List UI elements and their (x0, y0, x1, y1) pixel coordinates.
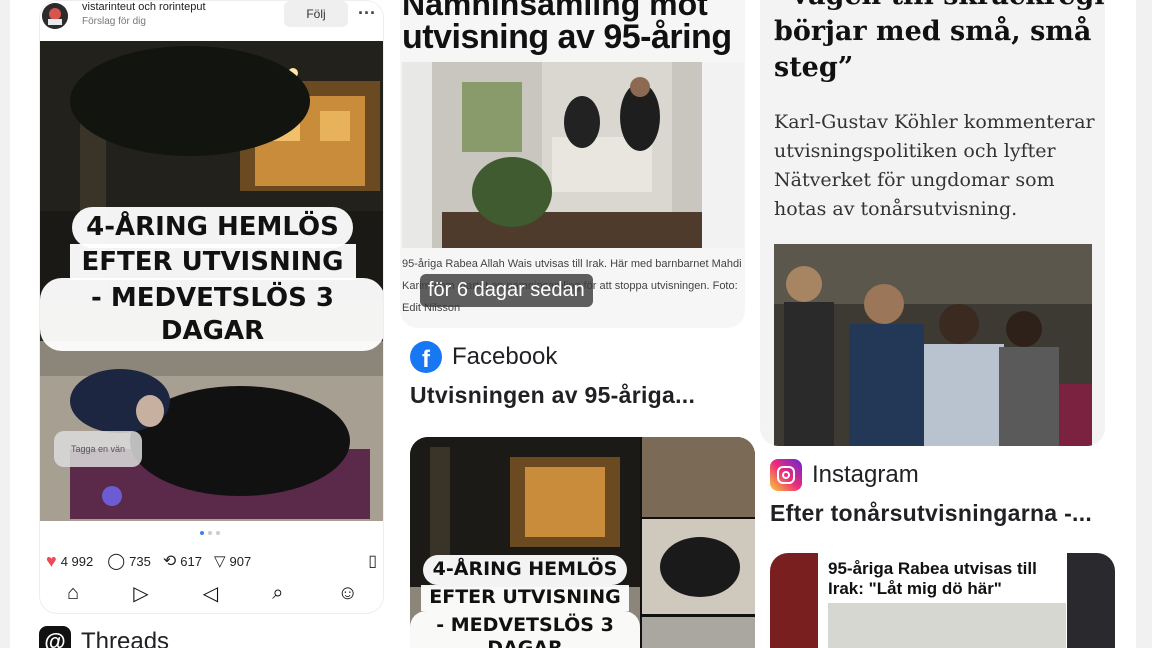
share-icon[interactable]: ▽ (214, 552, 226, 570)
post-overlay-text: 4-ÅRING HEMLÖS EFTER UTVISNING - MEDVETS… (40, 199, 383, 351)
avatar[interactable] (42, 3, 68, 29)
post-image[interactable]: 4-ÅRING HEMLÖS EFTER UTVISNING - MEDVETS… (40, 41, 383, 521)
result-title[interactable]: Efter tonårsutvisningarna -... (770, 500, 1104, 527)
profile-icon[interactable]: ☺ (338, 582, 358, 605)
result-source-instagram[interactable]: Instagram (770, 459, 919, 491)
comment-count: 735 (129, 553, 151, 569)
card-left-strip (770, 553, 818, 648)
source-name: Threads (81, 628, 170, 648)
comment-icon[interactable]: ◯ (107, 551, 125, 571)
collage-overlay-text: 4-ÅRING HEMLÖS EFTER UTVISNING - MEDVETS… (410, 555, 640, 648)
overlay-line-1: 4-ÅRING HEMLÖS (72, 207, 353, 248)
threads-post-card[interactable]: vistarinteut och rorinteput Förslag för … (39, 0, 384, 614)
svg-text:f: f (422, 346, 431, 373)
article-photo (402, 62, 744, 248)
quote-line-1: ”Vägen till skräckregimen (774, 0, 1105, 11)
result-title[interactable]: Utvisningen av 95-åriga... (410, 382, 730, 409)
share-count: 907 (229, 553, 252, 569)
like-icon[interactable]: ♥ (46, 551, 57, 572)
body-line: Karl-Gustav Köhler kommenterar (774, 111, 1095, 133)
source-name: Instagram (812, 461, 919, 488)
send-icon[interactable]: ◁ (203, 581, 218, 606)
post-header: vistarinteut och rorinteput Förslag för … (40, 1, 383, 41)
collage-line-1: 4-ÅRING HEMLÖS (422, 555, 628, 585)
instagram-article-card[interactable]: ”Vägen till skräckregimen börjar med små… (760, 0, 1105, 446)
body-line: Nätverket för ungdomar som (774, 169, 1055, 191)
image-results-page: vistarinteut och rorinteput Förslag för … (0, 0, 1152, 648)
overlay-line-2: EFTER UTVISNING (69, 243, 356, 280)
article-headline: utvisning av 95-åring (402, 18, 732, 56)
card-headline-line-2: Irak: "Låt mig dö här" (828, 579, 1002, 598)
result-source-threads[interactable]: @ Threads (39, 626, 169, 648)
article-photo (774, 244, 1092, 446)
like-count: 4 992 (60, 553, 94, 569)
results-grid: vistarinteut och rorinteput Förslag för … (10, 0, 1136, 648)
follow-button[interactable]: Följ (284, 1, 348, 27)
quote-line-2: börjar med små, små (774, 16, 1092, 47)
overlay-line-3: - MEDVETSLÖS 3 DAGAR (40, 278, 383, 351)
carousel-dot (216, 531, 220, 535)
body-line: hotas av tonårsutvisning. (774, 198, 1018, 220)
video-icon[interactable]: ▷ (133, 581, 148, 606)
collage-line-3: - MEDVETSLÖS 3 DAGAR (410, 610, 640, 648)
carousel-dot-active (200, 531, 204, 535)
post-username[interactable]: vistarinteut och rorinteput (82, 1, 206, 13)
app-bottom-nav: ⌂ ▷ ◁ ⌕ ☺ (40, 577, 383, 609)
source-name: Facebook (452, 343, 558, 370)
post-stats-bar: ♥ 4 992 ◯ 735 ⟲ 617 ▽ 907 ▯ (46, 549, 381, 573)
instagram-icon (770, 459, 802, 491)
carousel-dot (208, 531, 212, 535)
card-headline-line-1: 95-åriga Rabea utvisas till (828, 559, 1037, 578)
repost-icon[interactable]: ⟲ (163, 551, 176, 571)
collage-line-2: EFTER UTVISNING (421, 584, 629, 611)
post-subtitle: Förslag för dig (82, 16, 146, 27)
repost-count: 617 (180, 553, 202, 569)
threads-icon: @ (39, 626, 71, 648)
body-line: utvisningspolitiken och lyfter (774, 140, 1056, 162)
facebook-icon: f (410, 341, 442, 373)
bookmark-icon[interactable]: ▯ (368, 551, 377, 571)
article-body: Karl-Gustav Köhler kommenterar utvisning… (774, 108, 1095, 224)
time-badge: för 6 dagar sedan (420, 274, 593, 307)
collage-image-card[interactable]: 4-ÅRING HEMLÖS EFTER UTVISNING - MEDVETS… (410, 437, 755, 648)
bottom-article-card[interactable]: 95-åriga Rabea utvisas till Irak: "Låt m… (770, 553, 1115, 648)
home-icon[interactable]: ⌂ (67, 582, 79, 605)
carousel-dots (200, 531, 220, 535)
card-right-strip (1067, 553, 1115, 648)
card-photo (828, 603, 1066, 648)
quote-line-3: steg” (774, 52, 854, 83)
tag-friend-chip[interactable]: Tagga en vän (54, 431, 142, 467)
more-options-icon[interactable]: ··· (358, 3, 376, 24)
result-source-facebook[interactable]: f Facebook (410, 341, 557, 373)
search-icon[interactable]: ⌕ (272, 582, 283, 605)
facebook-article-card[interactable]: Namninsamling mot utvisning av 95-åring (400, 0, 745, 328)
